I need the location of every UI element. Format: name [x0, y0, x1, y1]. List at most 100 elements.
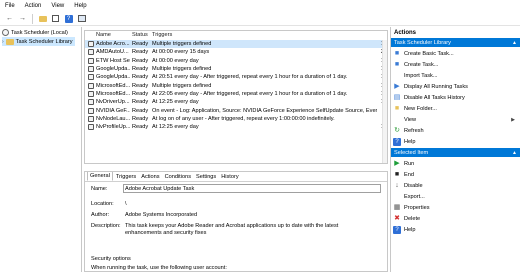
- selected-item-header[interactable]: Selected Item ▲: [391, 148, 520, 157]
- help-icon[interactable]: ?: [63, 13, 74, 24]
- collapse-icon[interactable]: ▲: [512, 40, 517, 46]
- vertical-scrollbar[interactable]: [382, 40, 387, 163]
- task-icon: [88, 99, 94, 106]
- task-icon: [88, 82, 94, 89]
- task-status: Ready: [132, 49, 149, 56]
- new-folder-icon: ■: [394, 105, 400, 112]
- task-details: General Triggers Actions Conditions Sett…: [84, 171, 388, 272]
- folder-icon[interactable]: [37, 13, 48, 24]
- collapse-icon[interactable]: ▲: [512, 150, 517, 156]
- task-row[interactable]: Adobe Acro... Ready Multiple triggers defi…: [85, 40, 387, 49]
- task-name: GoogleUpda...: [96, 74, 130, 81]
- task-name: NvDriverUp...: [96, 99, 130, 106]
- action-item[interactable]: ■ Create Basic Task...: [393, 48, 519, 59]
- column-header-triggers[interactable]: Triggers: [152, 32, 377, 38]
- action-item[interactable]: ▦ Properties: [393, 202, 519, 213]
- task-name: Adobe Acro...: [96, 41, 130, 48]
- task-status: Ready: [132, 57, 149, 64]
- tab-settings[interactable]: Settings: [194, 173, 218, 181]
- name-field[interactable]: Adobe Acrobat Update Task: [123, 184, 381, 193]
- task-row[interactable]: NvProfileUp...ReadyAt 12:25 every day1: [85, 123, 387, 131]
- action-item[interactable]: ? Help: [393, 136, 519, 147]
- task-triggers: Multiple triggers defined: [152, 82, 212, 89]
- action-item[interactable]: ▶ Run: [393, 158, 519, 169]
- tab-history[interactable]: History: [219, 173, 240, 181]
- library-actions-header[interactable]: Task Scheduler Library ▲: [391, 38, 520, 47]
- column-header-name[interactable]: Name: [96, 32, 130, 38]
- task-icon: [88, 90, 94, 97]
- location-value: \: [125, 201, 127, 207]
- delete-icon: ✖: [394, 215, 400, 222]
- task-row[interactable]: NvNodeLau... Ready At log on of any user -…: [85, 115, 387, 123]
- location-label: Location:: [91, 201, 114, 207]
- action-label: New Folder...: [404, 105, 437, 112]
- task-row[interactable]: NVIDIA GeF... Ready On event - Log: Applic…: [85, 106, 387, 114]
- action-label: Help: [404, 138, 416, 145]
- column-header-status[interactable]: Status: [132, 32, 150, 38]
- create-basic-task-icon: ■: [394, 50, 400, 57]
- console-tree: Task Scheduler (Local) › Task Scheduler …: [0, 27, 82, 272]
- task-row[interactable]: MicrosoftEd... Ready Multiple triggers def…: [85, 82, 387, 90]
- action-item[interactable]: ✖ Delete: [393, 213, 519, 224]
- menu-file[interactable]: File: [5, 3, 15, 9]
- action-item[interactable]: ? Help: [393, 224, 519, 235]
- task-row[interactable]: NvDriverUp...ReadyAt 12:25 every day1: [85, 98, 387, 106]
- actions-pane: Actions Task Scheduler Library ▲ ■ Create…: [390, 27, 520, 272]
- create-task-icon: ■: [394, 61, 400, 68]
- tree-item-label: Task Scheduler (Local): [11, 29, 68, 36]
- back-icon[interactable]: ←: [4, 13, 15, 24]
- menu-help[interactable]: Help: [74, 3, 86, 9]
- tab-triggers[interactable]: Triggers: [114, 173, 138, 181]
- action-label: Refresh: [404, 127, 424, 134]
- action-item[interactable]: ▤ Disable All Tasks History: [393, 92, 519, 103]
- action-label: Import Task...: [404, 72, 438, 79]
- task-icon: [88, 41, 94, 48]
- task-triggers: At 12:25 every day: [152, 124, 199, 131]
- tree-item-task-scheduler-local[interactable]: Task Scheduler (Local): [2, 28, 68, 37]
- submenu-arrow-icon: ▶: [511, 116, 515, 123]
- action-item[interactable]: ↻ Refresh: [393, 125, 519, 136]
- task-triggers: Multiple triggers defined: [152, 41, 212, 48]
- properties-icon[interactable]: [50, 13, 61, 24]
- tab-conditions[interactable]: Conditions: [163, 173, 193, 181]
- task-row[interactable]: AMDAutoU...ReadyAt 00:00 every 15 days2: [85, 48, 387, 56]
- task-row[interactable]: GoogleUpda... Ready At 20:51 every day - A…: [85, 73, 387, 81]
- menu-view[interactable]: View: [51, 3, 64, 9]
- task-triggers: On event - Log: Application, Source: NVI…: [152, 107, 377, 114]
- forward-icon[interactable]: →: [17, 13, 28, 24]
- action-item[interactable]: ■ End: [393, 169, 519, 180]
- action-item[interactable]: View ▶: [393, 114, 519, 125]
- action-label: Export...: [404, 193, 425, 200]
- menu-bar: File Action View Help: [0, 0, 520, 12]
- task-triggers: At 22:05 every day - After triggered, re…: [152, 90, 348, 97]
- clock-icon: [2, 29, 9, 36]
- disable-icon: ↓: [395, 182, 399, 189]
- action-item[interactable]: ▶ Display All Running Tasks: [393, 81, 519, 92]
- tab-actions[interactable]: Actions: [139, 173, 161, 181]
- action-label: Properties: [404, 204, 430, 211]
- menu-action[interactable]: Action: [25, 3, 42, 9]
- action-item[interactable]: Import Task...: [393, 70, 519, 81]
- action-item[interactable]: ■ New Folder...: [393, 103, 519, 114]
- action-label: Help: [404, 226, 416, 233]
- tree-item-task-scheduler-library[interactable]: › Task Scheduler Library: [2, 37, 75, 46]
- action-label: Create Basic Task...: [404, 50, 454, 57]
- tab-general[interactable]: General: [87, 172, 113, 181]
- task-status: Ready: [132, 115, 149, 122]
- task-icon: [88, 57, 94, 64]
- task-row[interactable]: ETW Host Se...ReadyAt 00:00 every day1: [85, 57, 387, 65]
- task-icon: [88, 49, 94, 56]
- action-item[interactable]: ■ Create Task...: [393, 59, 519, 70]
- run-icon: ▶: [394, 160, 400, 167]
- name-value: Adobe Acrobat Update Task: [125, 186, 195, 192]
- task-status: Ready: [132, 41, 149, 48]
- chevron-right-icon[interactable]: ›: [2, 39, 4, 45]
- task-row[interactable]: GoogleUpda... Ready Multiple triggers defi…: [85, 65, 387, 73]
- properties-icon: ▦: [393, 204, 401, 211]
- task-row[interactable]: MicrosoftEd... Ready At 22:05 every day - …: [85, 90, 387, 98]
- action-item[interactable]: Export...: [393, 191, 519, 202]
- action-label: Delete: [404, 215, 421, 222]
- console-icon[interactable]: [76, 13, 87, 24]
- action-item[interactable]: ↓ Disable: [393, 180, 519, 191]
- description-label: Description:: [91, 223, 121, 229]
